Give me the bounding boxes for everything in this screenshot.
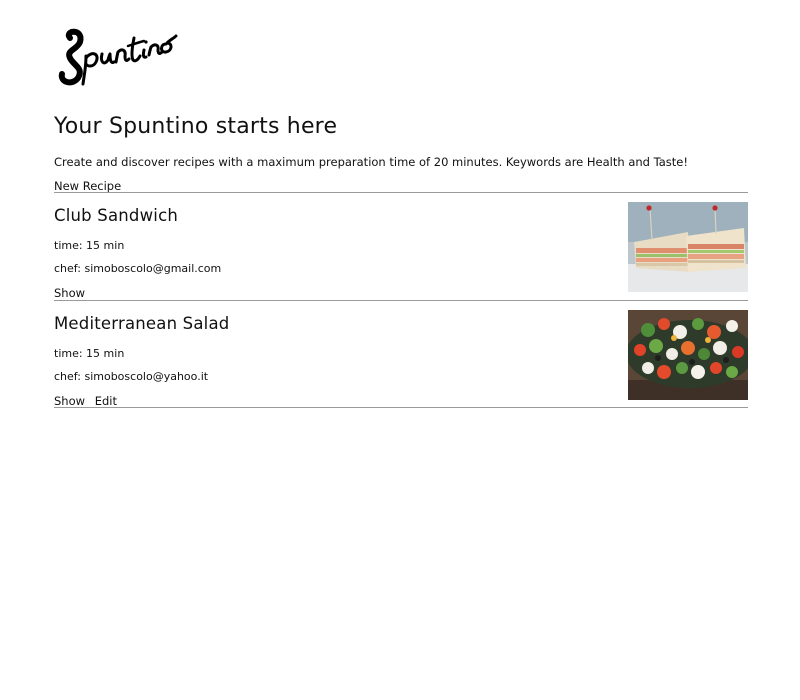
page-intro: Create and discover recipes with a maxim…: [54, 155, 688, 169]
recipe-title: Club Sandwich: [54, 206, 179, 225]
show-recipe-link[interactable]: Show: [54, 394, 85, 408]
club-sandwich-photo-icon: [628, 202, 748, 292]
recipe-chef: chef: simoboscolo@yahoo.it: [54, 370, 209, 383]
recipe-time: time: 15 min: [54, 347, 125, 360]
page-title: Your Spuntino starts here: [54, 114, 338, 139]
spuntino-logo-icon: [58, 28, 178, 86]
recipe-title: Mediterranean Salad: [54, 314, 230, 333]
spuntino-logo[interactable]: [56, 22, 178, 88]
recipe-item: Mediterranean Salad time: 15 min chef: s…: [54, 308, 748, 415]
mediterranean-salad-photo-icon: [628, 310, 748, 400]
divider: [54, 407, 748, 408]
divider: [54, 300, 748, 301]
recipe-actions: Show Edit: [54, 394, 123, 408]
club-sandwich-photo: [628, 202, 748, 292]
edit-recipe-link[interactable]: Edit: [95, 394, 117, 408]
new-recipe-link[interactable]: New Recipe: [54, 179, 121, 193]
mediterranean-salad-photo: [628, 310, 748, 400]
show-recipe-link[interactable]: Show: [54, 286, 85, 300]
recipe-actions: Show: [54, 286, 91, 300]
recipe-chef: chef: simoboscolo@gmail.com: [54, 262, 222, 275]
divider: [54, 192, 748, 193]
recipe-item: Club Sandwich time: 15 min chef: simobos…: [54, 200, 748, 307]
recipe-time: time: 15 min: [54, 239, 125, 252]
